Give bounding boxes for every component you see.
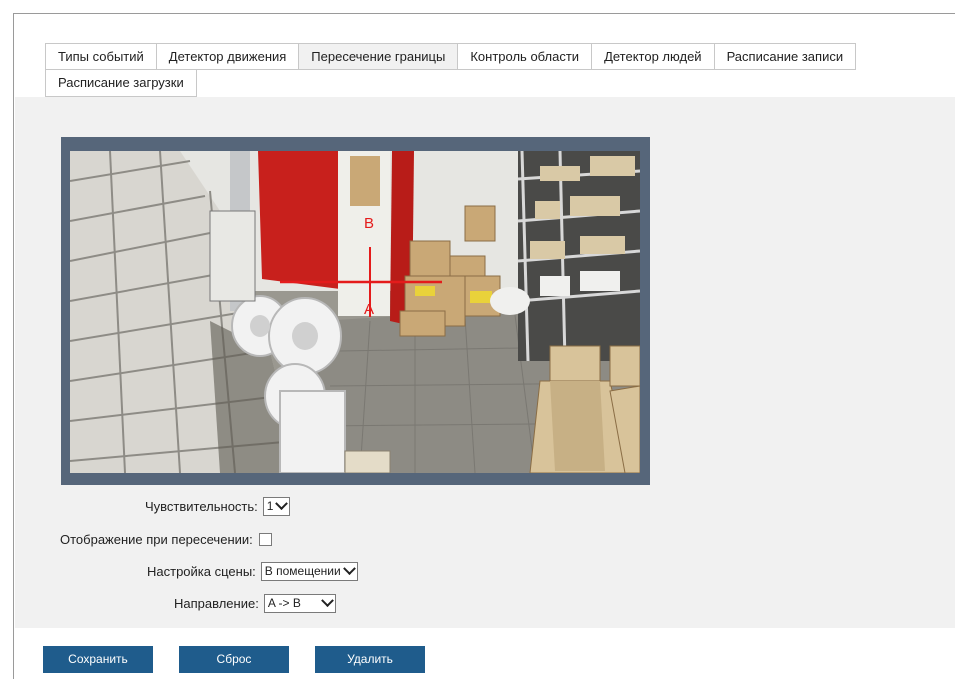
tab-upload-schedule[interactable]: Расписание загрузки [45,70,197,97]
tab-record-schedule[interactable]: Расписание записи [713,43,857,70]
direction-value: A -> B [267,596,301,610]
label-a: A [364,301,374,318]
left-border [13,13,14,679]
chevron-down-icon [275,496,289,510]
direction-label: Направление: [174,595,259,611]
tab-bar: Типы событий Детектор движения Пересечен… [45,43,945,97]
direction-select[interactable]: A -> B [263,593,336,613]
top-border [13,13,955,14]
scene-row: Настройка сцены: В помещении [147,561,358,581]
tab-line-crossing[interactable]: Пересечение границы [298,43,458,70]
camera-view[interactable]: B A [70,151,640,473]
delete-button[interactable]: Удалить [315,646,425,673]
tab-people-detector[interactable]: Детектор людей [591,43,714,70]
display-on-crossing-row: Отображение при пересечении: [60,529,272,549]
reset-button[interactable]: Сброс [179,646,289,673]
camera-image: B A [70,151,640,473]
scene-select[interactable]: В помещении [260,561,358,581]
direction-row: Направление: A -> B [174,593,336,613]
chevron-down-icon [320,593,334,607]
sensitivity-label: Чувствительность: [145,498,258,514]
display-on-crossing-checkbox[interactable] [258,532,272,546]
sensitivity-row: Чувствительность: 1 [145,496,291,516]
tab-motion-detector[interactable]: Детектор движения [155,43,299,70]
label-b: B [364,215,374,232]
save-button[interactable]: Сохранить [43,646,153,673]
tab-row-2: Расписание загрузки [45,70,945,97]
video-preview-frame: B A [61,137,650,485]
chevron-down-icon [342,561,356,575]
tab-row-1: Типы событий Детектор движения Пересечен… [45,43,945,70]
scene-value: В помещении [264,564,341,578]
tab-event-types[interactable]: Типы событий [45,43,156,70]
sensitivity-select[interactable]: 1 [262,496,291,516]
tab-area-control[interactable]: Контроль области [457,43,592,70]
scene-label: Настройка сцены: [147,563,256,579]
display-on-crossing-label: Отображение при пересечении: [60,531,253,547]
sensitivity-value: 1 [266,499,274,513]
